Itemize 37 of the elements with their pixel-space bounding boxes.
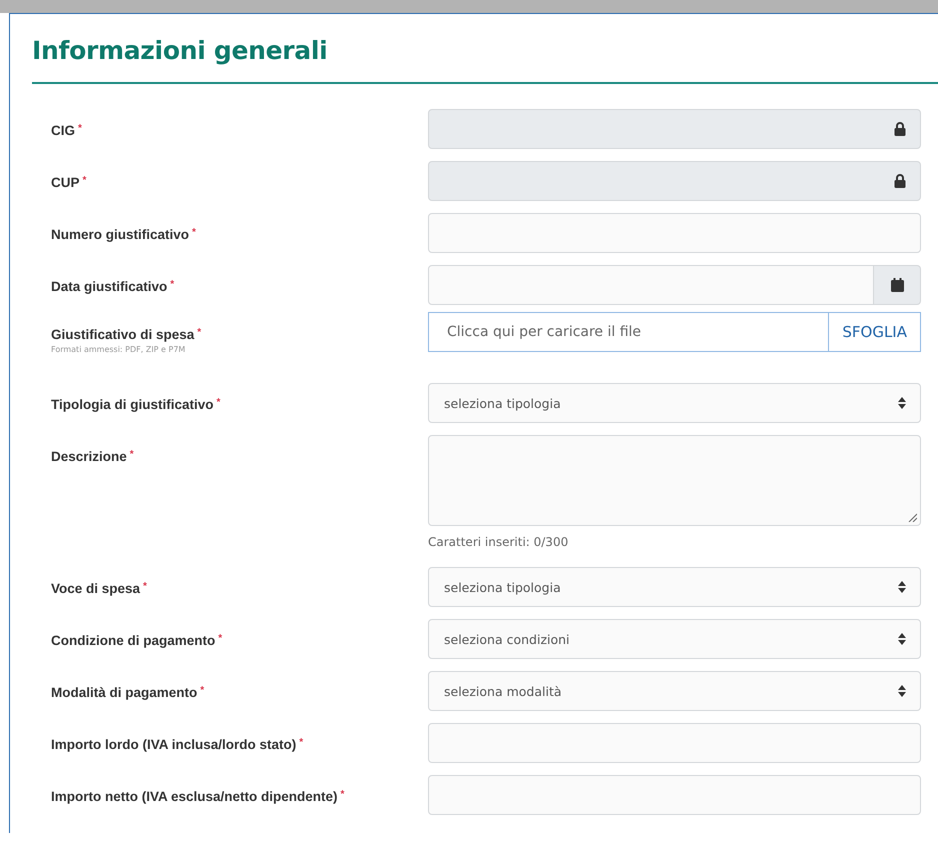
calendar-icon: [890, 278, 904, 292]
select-field[interactable]: seleziona modalità: [428, 671, 921, 711]
resize-handle-icon: [908, 513, 917, 522]
select-field[interactable]: seleziona tipologia: [428, 383, 921, 423]
sort-icon: [898, 685, 906, 697]
file-input-field[interactable]: Clicca qui per caricare il file: [428, 312, 828, 352]
sort-icon: [898, 397, 906, 409]
field-label: Modalità di pagamento $^{*}$: [51, 684, 206, 702]
textarea-field[interactable]: [428, 435, 921, 526]
field-label: Giustificativo di spesa $^{*}$: [51, 326, 202, 344]
browse-button[interactable]: SFOGLIA: [828, 312, 921, 352]
input-field[interactable]: [428, 775, 921, 815]
field-label: Condizione di pagamento $^{*}$: [51, 632, 224, 650]
field-label: Importo netto (IVA esclusa/netto dipendente) $^{*}$: [51, 788, 346, 806]
field-label: Voce di spesa $^{*}$: [51, 580, 148, 598]
field-hint: Formati ammessi: PDF, ZIP e P7M: [51, 344, 186, 354]
field-label: Descrizione $^{*}$: [51, 448, 135, 466]
field-label: Tipologia di giustificativo $^{*}$: [51, 396, 222, 414]
field-label: Data giustificativo $^{*}$: [51, 278, 176, 296]
input-field[interactable]: [428, 213, 921, 253]
character-counter: Caratteri inseriti: 0/300: [428, 535, 570, 549]
locked-input-field[interactable]: [428, 109, 921, 149]
date-input-field[interactable]: [428, 265, 874, 305]
section-title: Informazioni generali: [32, 36, 328, 65]
field-label: Importo lordo (IVA inclusa/lordo stato) $^{*}$: [51, 736, 304, 754]
field-label: CUP $^{*}$: [51, 174, 88, 192]
calendar-button[interactable]: [874, 265, 921, 305]
field-label: CIG $^{*}$: [51, 122, 83, 140]
input-field[interactable]: [428, 723, 921, 763]
sort-icon: [898, 633, 906, 645]
select-field[interactable]: seleziona tipologia: [428, 567, 921, 607]
sort-icon: [898, 581, 906, 593]
lock-icon: [894, 122, 906, 136]
lock-icon: [894, 174, 906, 188]
locked-input-field[interactable]: [428, 161, 921, 201]
select-field[interactable]: seleziona condizioni: [428, 619, 921, 659]
field-label: Numero giustificativo $^{*}$: [51, 226, 197, 244]
